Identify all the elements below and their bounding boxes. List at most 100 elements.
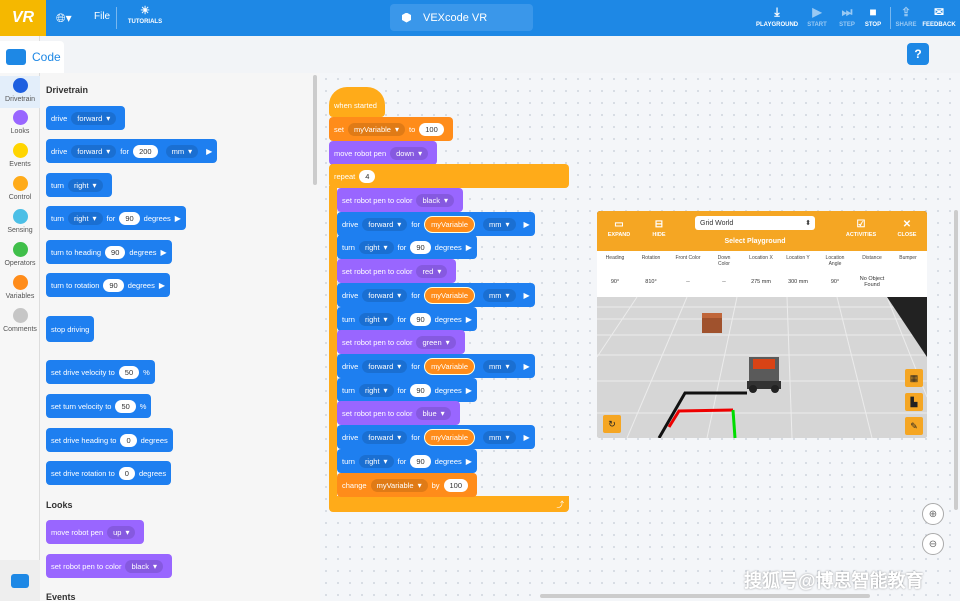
unit-dropdown[interactable]: mm — [165, 144, 199, 158]
project-name[interactable]: VEXcode VR — [390, 4, 533, 31]
turn-block[interactable]: turn right — [46, 173, 112, 197]
set-pen-color-block[interactable]: set robot pen to color black — [337, 188, 463, 212]
drive-for-block[interactable]: drive forward for myVariable mm ▶ — [337, 212, 535, 236]
variable-dropdown[interactable]: myVariable — [370, 478, 428, 492]
angle-input[interactable]: 90 — [410, 383, 431, 397]
activities-button[interactable]: ☑ ACTIVITIES — [841, 219, 881, 238]
expand-button[interactable]: ▭ EXPAND — [605, 219, 633, 238]
file-menu[interactable]: File — [94, 11, 110, 22]
set-pen-color-block[interactable]: set robot pen to color green — [337, 330, 465, 354]
set-drive-velocity-block[interactable]: set drive velocity to 50 % — [46, 360, 155, 384]
category-variables[interactable]: Variables — [0, 275, 40, 300]
angle-input[interactable]: 90 — [119, 211, 140, 225]
turn-to-heading-block[interactable]: turn to heading 90 degrees ▶ — [46, 240, 172, 264]
extensions-button[interactable] — [0, 560, 40, 601]
value-input[interactable]: 100 — [419, 122, 444, 136]
set-pen-color-block[interactable]: set robot pen to color red — [337, 259, 457, 283]
unit-dropdown[interactable]: mm — [483, 288, 516, 302]
color-dropdown[interactable]: black — [416, 193, 454, 207]
set-turn-velocity-block[interactable]: set turn velocity to 50 % — [46, 394, 152, 418]
turn-for-block[interactable]: turn right for 90 degrees ▶ — [337, 378, 477, 402]
stop-button[interactable]: ■ STOP — [862, 5, 884, 28]
category-drivetrain[interactable]: Drivetrain — [0, 76, 40, 108]
tutorials-button[interactable]: ☀ TUTORIALS — [126, 4, 164, 25]
drive-for-block[interactable]: drive forward for myVariable mm ▶ — [337, 354, 535, 378]
category-operators[interactable]: Operators — [0, 242, 40, 267]
set-pen-color-block[interactable]: set robot pen to color blue — [337, 401, 460, 425]
heading-input[interactable]: 90 — [105, 245, 126, 259]
drive-block[interactable]: drive forward — [46, 106, 126, 130]
variable-reporter[interactable]: myVariable — [424, 286, 476, 304]
camera-view-button[interactable]: ▦ — [905, 369, 923, 387]
hide-button[interactable]: ⊟ HIDE — [647, 219, 671, 238]
rotation-input[interactable]: 90 — [103, 278, 124, 292]
move-pen-block[interactable]: move robot pen down — [329, 141, 438, 165]
feedback-button[interactable]: ✉ FEEDBACK — [922, 5, 956, 28]
world-select[interactable]: Grid World — [695, 216, 815, 230]
color-dropdown[interactable]: green — [416, 335, 456, 349]
color-dropdown[interactable]: blue — [416, 406, 451, 420]
pen-dropdown[interactable]: up — [107, 525, 136, 539]
turn-for-block[interactable]: turn right for 90 degrees ▶ — [337, 307, 477, 331]
turn-for-block[interactable]: turn right for 90 degrees ▶ — [337, 449, 477, 473]
language-button[interactable]: 🌐︎▾ — [56, 8, 82, 28]
help-button[interactable]: ? — [907, 43, 929, 65]
3d-view[interactable]: ↻ ▦ ▙ ✎ — [597, 297, 927, 438]
step-button[interactable]: ⏭ STEP — [836, 5, 858, 28]
variable-reporter[interactable]: myVariable — [424, 357, 476, 375]
change-variable-block[interactable]: change myVariable by 100 — [337, 473, 478, 497]
rotation-input[interactable]: 0 — [118, 466, 135, 480]
start-button[interactable]: ▶ START — [806, 5, 828, 28]
category-looks[interactable]: Looks — [0, 110, 40, 135]
velocity-input[interactable]: 50 — [115, 399, 136, 413]
category-events[interactable]: Events — [0, 143, 40, 168]
turn-dropdown[interactable]: right — [358, 383, 394, 397]
camera-angle-button[interactable]: ▙ — [905, 393, 923, 411]
set-pen-color-block[interactable]: set robot pen to color black — [46, 554, 172, 578]
repeat-count-input[interactable]: 4 — [359, 169, 376, 183]
turn-dropdown[interactable]: right — [67, 178, 103, 192]
when-started-block[interactable]: when started — [329, 87, 385, 117]
turn-dropdown[interactable]: right — [358, 454, 394, 468]
turn-dropdown[interactable]: right — [358, 312, 394, 326]
distance-input[interactable]: 200 — [133, 144, 158, 158]
set-drive-rotation-block[interactable]: set drive rotation to 0 degrees — [46, 461, 172, 485]
close-button[interactable]: ✕ CLOSE — [895, 219, 919, 238]
turn-dropdown[interactable]: right — [67, 211, 103, 225]
angle-input[interactable]: 90 — [410, 240, 431, 254]
code-tab[interactable]: Code — [0, 41, 64, 73]
drive-for-block[interactable]: drive forward for 200 mm ▶ — [46, 139, 218, 163]
turn-for-block[interactable]: turn right for 90 degrees ▶ — [46, 206, 186, 230]
color-dropdown[interactable]: black — [125, 559, 163, 573]
change-amount-input[interactable]: 100 — [443, 478, 469, 492]
direction-dropdown[interactable]: forward — [362, 430, 408, 444]
variable-reporter[interactable]: myVariable — [424, 215, 476, 233]
variable-reporter[interactable]: myVariable — [424, 428, 476, 446]
stop-driving-block[interactable]: stop driving — [46, 316, 95, 342]
workspace-vertical-scrollbar[interactable] — [954, 210, 958, 510]
pen-toggle-button[interactable]: ✎ — [905, 417, 923, 435]
category-control[interactable]: Control — [0, 176, 40, 201]
reset-button[interactable]: ↻ — [603, 415, 621, 433]
heading-input[interactable]: 0 — [120, 433, 137, 447]
direction-dropdown[interactable]: forward — [71, 111, 117, 125]
repeat-block[interactable]: repeat 4 — [329, 164, 569, 188]
unit-dropdown[interactable]: mm — [483, 430, 516, 444]
direction-dropdown[interactable]: forward — [71, 144, 117, 158]
workspace-horizontal-scrollbar[interactable] — [540, 594, 870, 598]
turn-dropdown[interactable]: right — [358, 240, 394, 254]
move-robot-pen-block[interactable]: move robot pen up — [46, 520, 145, 544]
drive-for-block[interactable]: drive forward for myVariable mm ▶ — [337, 425, 535, 449]
color-dropdown[interactable]: red — [416, 264, 448, 278]
playground-button[interactable]: ⤓ PLAYGROUND — [756, 5, 798, 28]
drive-for-block[interactable]: drive forward for myVariable mm ▶ — [337, 283, 535, 307]
direction-dropdown[interactable]: forward — [362, 288, 408, 302]
unit-dropdown[interactable]: mm — [483, 217, 516, 231]
share-button[interactable]: ⇪ SHARE — [894, 5, 918, 28]
palette-scrollbar[interactable] — [313, 75, 317, 185]
category-comments[interactable]: Comments — [0, 308, 40, 333]
pen-dropdown[interactable]: down — [390, 146, 429, 160]
turn-for-block[interactable]: turn right for 90 degrees ▶ — [337, 235, 477, 259]
zoom-out-button[interactable]: ⊖ — [922, 533, 944, 555]
velocity-input[interactable]: 50 — [118, 365, 140, 379]
